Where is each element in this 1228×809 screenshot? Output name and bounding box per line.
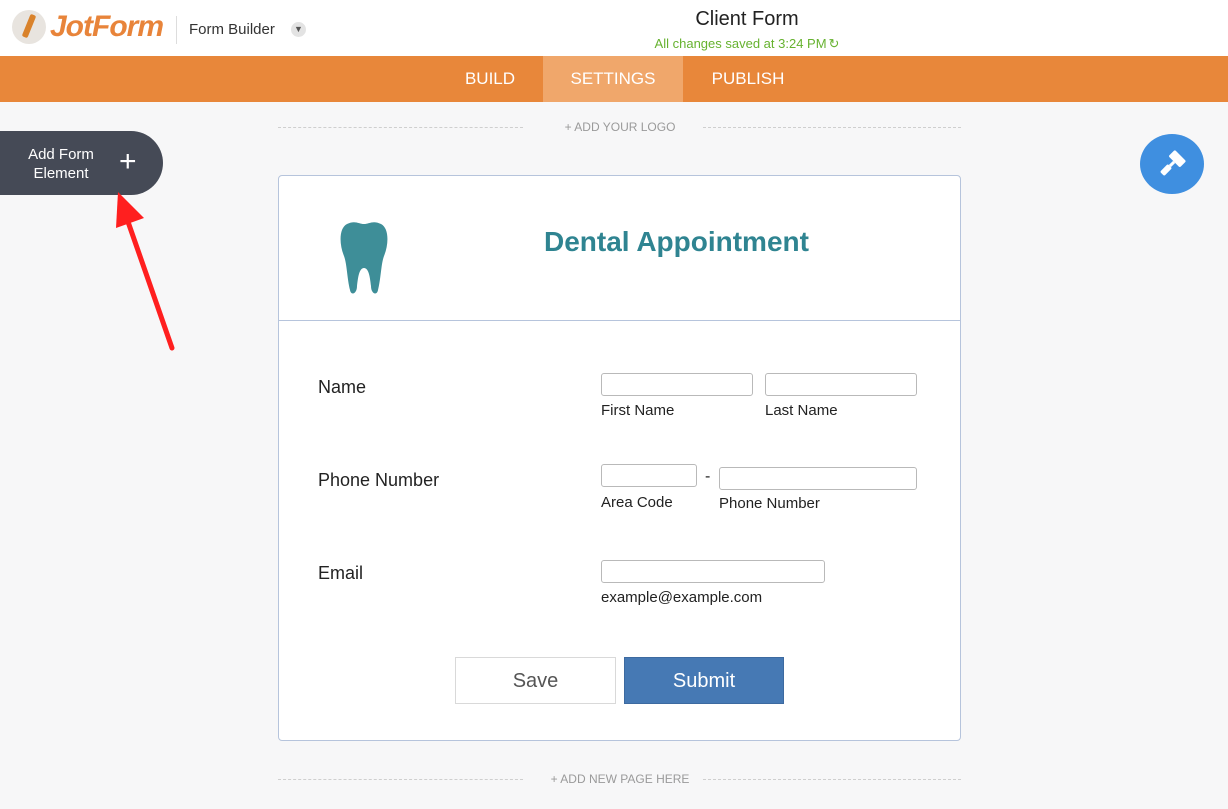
logo-dash-right [703, 127, 961, 128]
form-heading: Dental Appointment [544, 226, 809, 257]
add-form-element-button[interactable]: Add Form Element + [0, 131, 163, 195]
email-input[interactable] [601, 560, 825, 583]
form-designer-button[interactable] [1140, 134, 1204, 194]
add-logo-link[interactable]: + ADD YOUR LOGO [540, 120, 700, 134]
page-dash-right [703, 779, 961, 780]
email-sublabel: example@example.com [601, 589, 763, 606]
name-label: Name [318, 377, 367, 397]
plus-icon: + [119, 145, 137, 178]
page-dash-left [278, 779, 523, 780]
builder-navbar: BUILD SETTINGS PUBLISH [0, 56, 1228, 102]
form-title[interactable]: Client Form [0, 8, 1228, 31]
first-name-sublabel: First Name [601, 402, 675, 419]
email-label: Email [318, 563, 364, 583]
first-name-input[interactable] [601, 373, 753, 396]
add-new-page-link[interactable]: + ADD NEW PAGE HERE [535, 772, 705, 786]
form-header[interactable]: Dental Appointment [279, 176, 960, 321]
top-header: JotForm Form Builder ▼ Client Form All c… [0, 0, 1228, 56]
area-code-input[interactable] [601, 464, 697, 487]
phone-separator: - [705, 468, 711, 485]
save-button[interactable]: Save [455, 657, 616, 704]
last-name-input[interactable] [765, 373, 917, 396]
last-name-sublabel: Last Name [765, 402, 838, 419]
refresh-icon[interactable]: ↻ [829, 36, 840, 51]
tooth-icon [340, 222, 388, 294]
tab-settings[interactable]: SETTINGS [543, 56, 683, 102]
save-status-text: All changes saved at 3:24 PM [654, 36, 827, 51]
phone-number-input[interactable] [719, 467, 917, 490]
save-status: All changes saved at 3:24 PM ↻ [0, 36, 1228, 52]
form-card: Dental Appointment Name First Name Last … [278, 175, 961, 741]
area-code-sublabel: Area Code [601, 494, 673, 511]
phone-number-label: Phone Number [318, 470, 440, 490]
paint-roller-icon [1160, 150, 1186, 176]
add-form-element-label: Add Form Element [28, 146, 94, 182]
logo-dash-left [278, 127, 523, 128]
tab-build[interactable]: BUILD [444, 56, 536, 102]
annotation-arrow-icon [116, 192, 175, 351]
phone-number-sublabel: Phone Number [719, 495, 820, 512]
submit-button[interactable]: Submit [624, 657, 784, 704]
tab-publish[interactable]: PUBLISH [690, 56, 806, 102]
